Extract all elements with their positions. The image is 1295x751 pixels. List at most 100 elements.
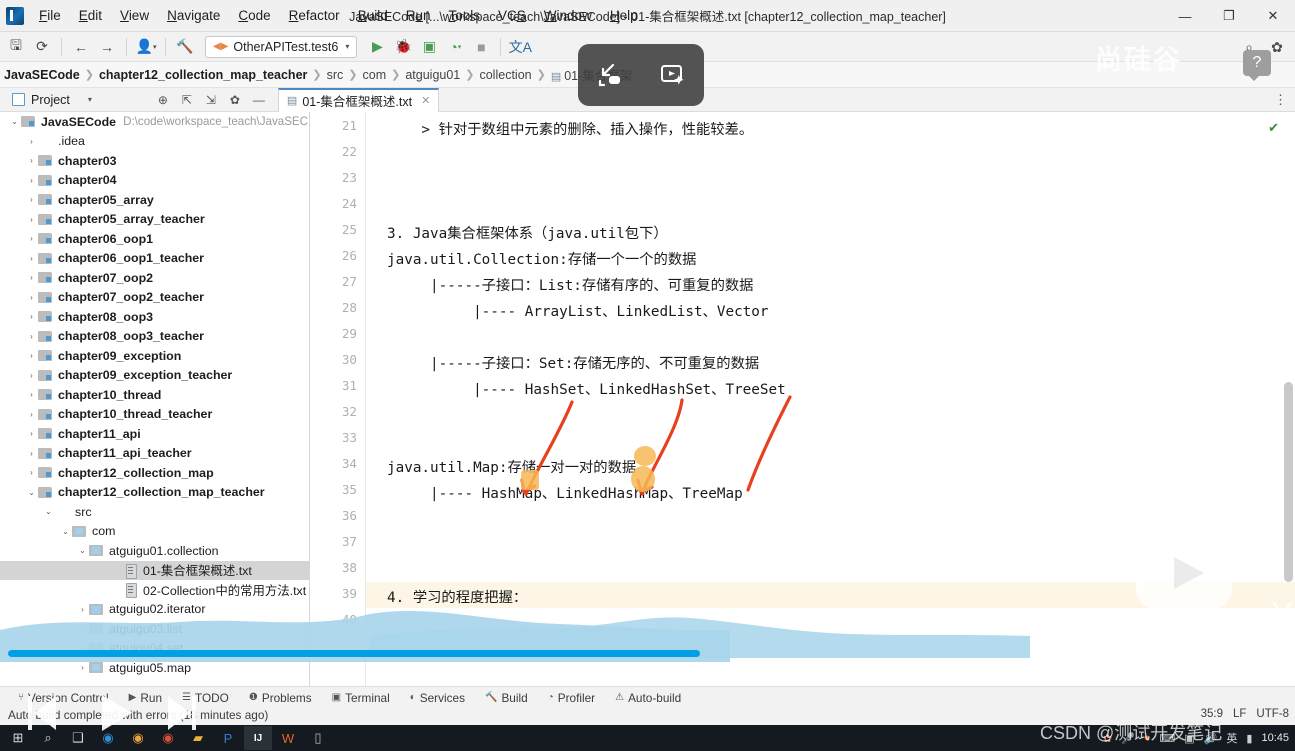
- breadcrumb-item-3[interactable]: com: [359, 68, 391, 82]
- close-icon[interactable]: ✕: [421, 94, 430, 107]
- tree-item[interactable]: › chapter07_oop2: [0, 268, 309, 288]
- chevron-right-icon[interactable]: ›: [25, 312, 38, 321]
- taskbar-clock[interactable]: 10:45: [1261, 732, 1289, 744]
- chevron-down-icon[interactable]: ⌄: [8, 117, 21, 126]
- ime-lang-icon[interactable]: 英: [1226, 730, 1237, 746]
- play-icon[interactable]: ▶: [365, 35, 389, 59]
- ai-video-icon[interactable]: [651, 53, 695, 97]
- tree-item[interactable]: › chapter08_oop3: [0, 307, 309, 327]
- tree-item[interactable]: › atguigu02.iterator: [0, 600, 309, 620]
- tree-item[interactable]: › chapter09_exception: [0, 346, 309, 366]
- chevron-down-icon[interactable]: ⌄: [42, 507, 55, 516]
- editor-tab-active[interactable]: ▤ 01-集合框架概述.txt ✕: [277, 87, 440, 112]
- progress-bar-blue[interactable]: [8, 650, 700, 657]
- previous-track-icon[interactable]: [22, 692, 66, 739]
- breadcrumb-item-5[interactable]: collection: [475, 68, 535, 82]
- expand-sidebar-icon[interactable]: ❯❮: [1270, 600, 1295, 618]
- chevron-right-icon[interactable]: ›: [25, 176, 38, 185]
- tree-item[interactable]: › chapter05_array_teacher: [0, 210, 309, 230]
- chevron-right-icon[interactable]: ›: [76, 663, 89, 672]
- expand-all-icon[interactable]: ⇱: [176, 89, 198, 111]
- tree-item[interactable]: ⌄ atguigu01.collection: [0, 541, 309, 561]
- tree-item[interactable]: › chapter08_oop3_teacher: [0, 327, 309, 347]
- collapse-all-icon[interactable]: ⇲: [200, 89, 222, 111]
- code-line[interactable]: |-----子接口：List:存储有序的、可重复的数据: [387, 274, 753, 295]
- menu-view[interactable]: View: [111, 5, 158, 26]
- tree-item[interactable]: › .idea: [0, 132, 309, 152]
- tree-item[interactable]: 02-Collection中的常用方法.txt: [0, 580, 309, 600]
- tree-item[interactable]: › chapter06_oop1_teacher: [0, 249, 309, 269]
- refresh-icon[interactable]: ⟳: [30, 35, 54, 59]
- code-line[interactable]: |-----子接口：Set:存储无序的、不可重复的数据: [387, 352, 759, 373]
- code-line[interactable]: |---- HashSet、LinkedHashSet、TreeSet: [387, 378, 786, 399]
- menu-file[interactable]: File: [30, 5, 70, 26]
- breadcrumb-item-2[interactable]: src: [323, 68, 348, 82]
- code-line[interactable]: java.util.Collection:存储一个一个的数据: [387, 248, 696, 269]
- menu-code[interactable]: Code: [229, 5, 279, 26]
- code-line[interactable]: java.util.Map:存储一对一对的数据: [387, 456, 636, 477]
- tree-item[interactable]: › chapter06_oop1: [0, 229, 309, 249]
- tree-item[interactable]: › chapter12_collection_map: [0, 463, 309, 483]
- breadcrumb-item-1[interactable]: chapter12_collection_map_teacher: [95, 68, 311, 82]
- user-icon[interactable]: 👤 ▾: [134, 35, 158, 59]
- tree-item[interactable]: › chapter04: [0, 171, 309, 191]
- chevron-right-icon[interactable]: ›: [25, 390, 38, 399]
- tree-item[interactable]: ⌄ chapter12_collection_map_teacher: [0, 483, 309, 503]
- tree-item[interactable]: › atguigu05.map: [0, 658, 309, 678]
- tree-item[interactable]: › chapter09_exception_teacher: [0, 366, 309, 386]
- code-line[interactable]: |---- ArrayList、LinkedList、Vector: [387, 300, 768, 321]
- tree-item[interactable]: › chapter11_api_teacher: [0, 444, 309, 464]
- project-tree[interactable]: ⌄ JavaSECode D:\code\workspace_teach\JavaS…: [0, 112, 310, 686]
- profiler-icon[interactable]: ◔ ▾: [443, 35, 467, 59]
- chevron-right-icon[interactable]: ›: [25, 468, 38, 477]
- arrow-left-icon[interactable]: ←: [69, 35, 93, 59]
- tool-window-button-build[interactable]: 🔨 Build: [475, 691, 538, 705]
- line-separator[interactable]: LF: [1233, 708, 1246, 720]
- chevron-right-icon[interactable]: ›: [25, 137, 38, 146]
- tree-item[interactable]: › chapter11_api: [0, 424, 309, 444]
- breadcrumb-item-0[interactable]: JavaSECode: [0, 68, 84, 82]
- code-line[interactable]: > 针对于数组中元素的删除、插入操作，性能较差。: [387, 118, 753, 139]
- translate-icon[interactable]: 文A: [508, 35, 532, 59]
- minimize-button[interactable]: —: [1163, 0, 1207, 32]
- code-line[interactable]: 3. Java集合框架体系（java.util包下）: [387, 222, 668, 243]
- editor-vertical-scrollbar[interactable]: [1284, 382, 1293, 582]
- chevron-right-icon[interactable]: ›: [76, 605, 89, 614]
- file-encoding[interactable]: UTF-8: [1256, 708, 1289, 720]
- chevron-right-icon[interactable]: ›: [25, 215, 38, 224]
- restore-button[interactable]: ❐: [1207, 0, 1251, 32]
- task-view-icon[interactable]: ❑: [64, 726, 92, 750]
- next-track-icon[interactable]: [158, 692, 202, 739]
- chevron-right-icon[interactable]: ›: [25, 254, 38, 263]
- menu-navigate[interactable]: Navigate: [158, 5, 229, 26]
- tree-item[interactable]: › chapter10_thread: [0, 385, 309, 405]
- more-options-icon[interactable]: ⋮: [1274, 92, 1287, 108]
- chevron-right-icon[interactable]: ›: [25, 273, 38, 282]
- hide-icon[interactable]: —: [248, 89, 270, 111]
- run-coverage-icon[interactable]: ▣: [417, 35, 441, 59]
- tool-window-button-auto-build[interactable]: ⚠ Auto-build: [605, 691, 691, 705]
- intellij-idea-icon[interactable]: IJ: [244, 726, 272, 750]
- tree-item[interactable]: › chapter05_array: [0, 190, 309, 210]
- run-configuration-selector[interactable]: ◀▶ OtherAPITest.test6 ▾: [205, 35, 358, 58]
- chevron-right-icon[interactable]: ›: [25, 410, 38, 419]
- close-button[interactable]: ✕: [1251, 0, 1295, 32]
- locate-icon[interactable]: ⊕: [152, 89, 174, 111]
- play-button-icon[interactable]: [92, 692, 140, 739]
- stop-icon[interactable]: ■: [469, 35, 493, 59]
- chevron-right-icon[interactable]: ›: [25, 332, 38, 341]
- chevron-right-icon[interactable]: ›: [25, 234, 38, 243]
- hammer-icon[interactable]: 🔨: [173, 35, 197, 59]
- tree-item[interactable]: 01-集合框架概述.txt: [0, 560, 309, 580]
- tool-window-button-profiler[interactable]: ◔ Profiler: [538, 691, 605, 705]
- chevron-down-icon[interactable]: ⌄: [59, 527, 72, 536]
- powerpoint-icon[interactable]: P: [214, 726, 242, 750]
- wps-icon[interactable]: W: [274, 726, 302, 750]
- arrow-right-icon[interactable]: →: [95, 35, 119, 59]
- chevron-right-icon[interactable]: ›: [25, 351, 38, 360]
- chevron-right-icon[interactable]: ›: [25, 195, 38, 204]
- tree-item[interactable]: › chapter03: [0, 151, 309, 171]
- help-bubble-icon[interactable]: ?: [1243, 50, 1271, 81]
- tool-window-button-terminal[interactable]: ▣ Terminal: [322, 691, 400, 705]
- bug-icon[interactable]: 🐞: [391, 35, 415, 59]
